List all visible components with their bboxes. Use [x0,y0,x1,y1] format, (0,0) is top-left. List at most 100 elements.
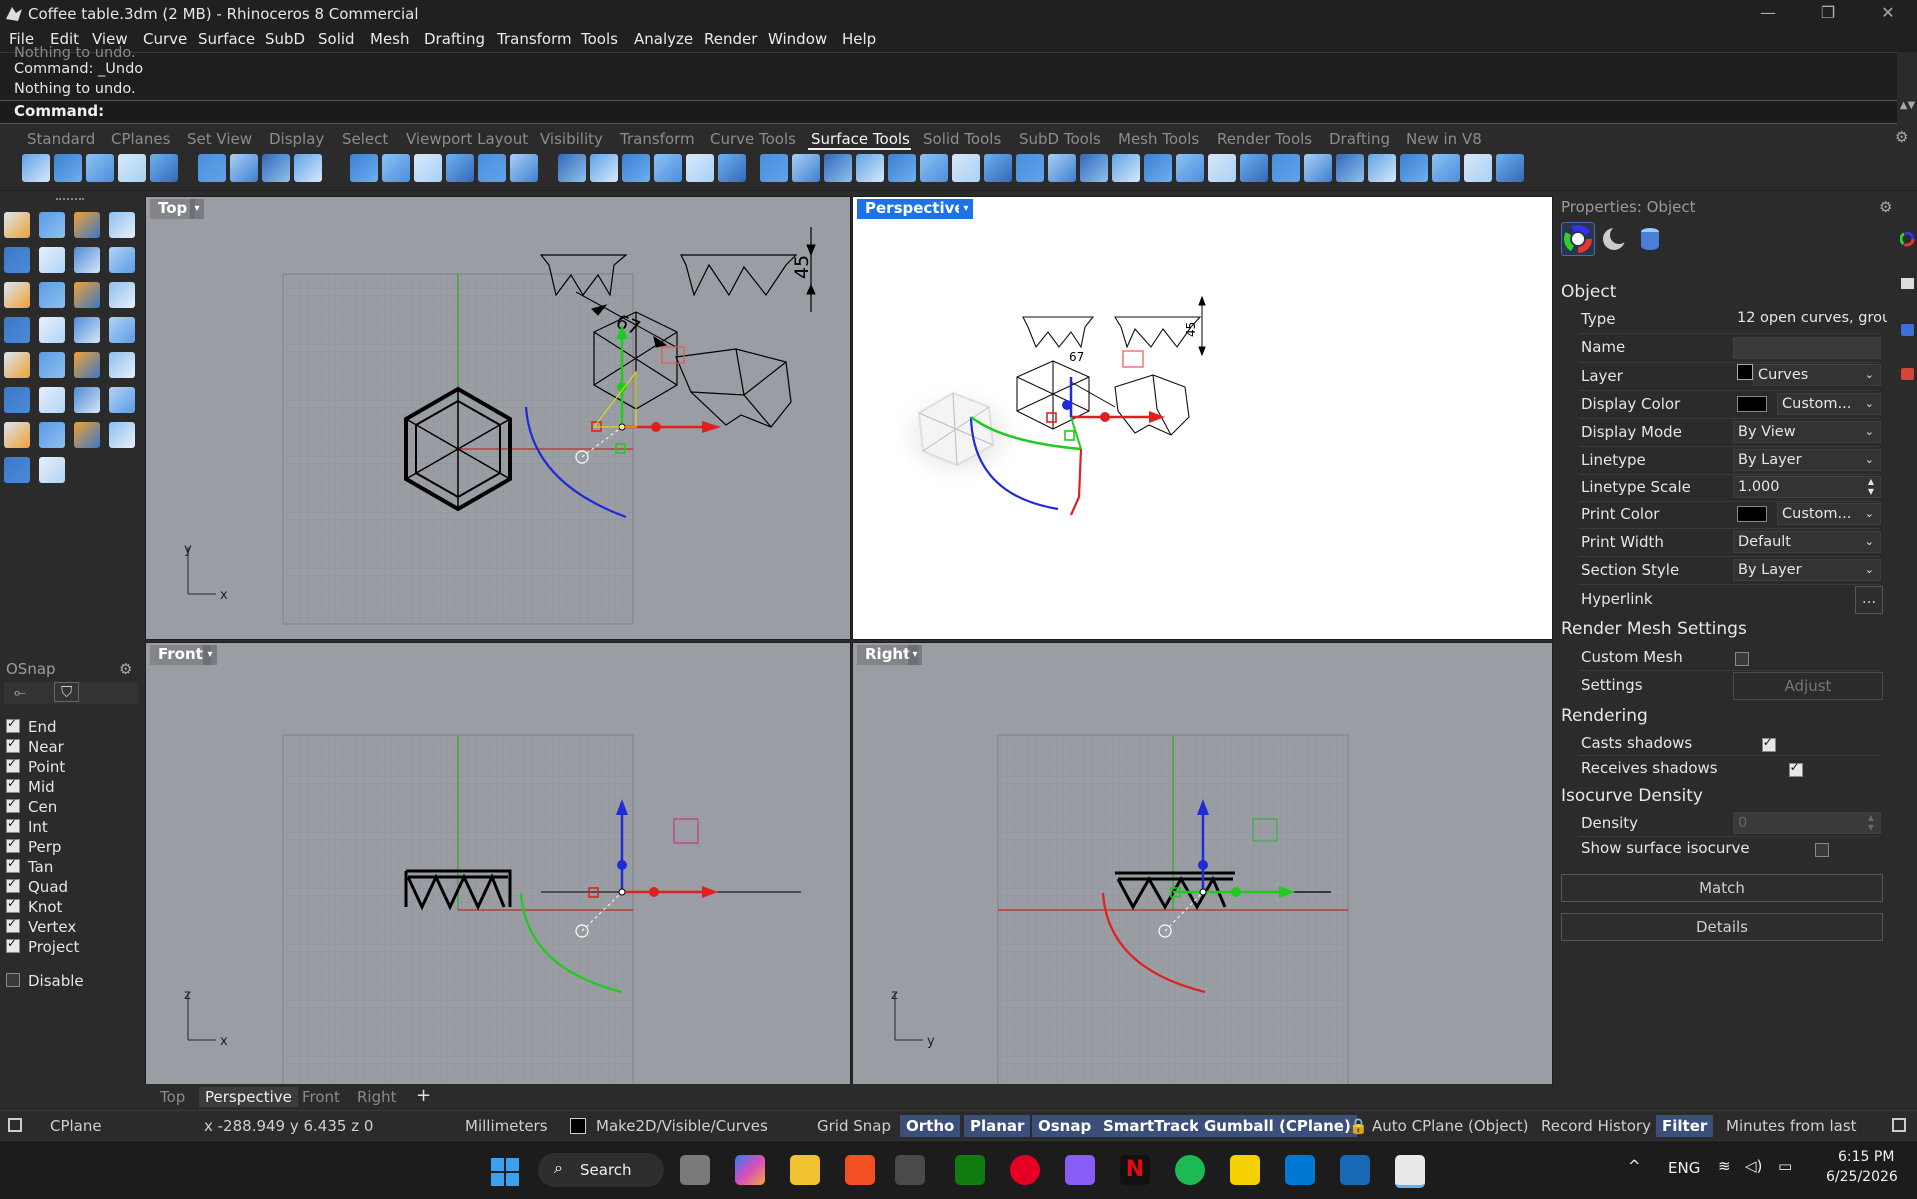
palette-tool-icon[interactable] [74,212,100,238]
palette-tool-icon[interactable] [74,247,100,273]
panel-toggle-icon[interactable] [8,1118,22,1132]
status-osnap[interactable]: Osnap [1032,1115,1098,1137]
osnap-item[interactable]: Near [6,736,64,758]
linetype-scale-input[interactable]: 1.000 ▲ ▼ [1733,476,1881,498]
tray-chevron-up-icon[interactable]: ^ [1628,1157,1641,1175]
osnap-checkbox[interactable] [6,936,20,953]
surface-tool-icon[interactable] [1048,154,1076,182]
surface-tool-icon[interactable] [1080,154,1108,182]
surface-tool-icon[interactable] [1144,154,1172,182]
osnap-item[interactable]: Point [6,756,65,778]
rendering-panel-icon[interactable] [1901,368,1914,380]
sketchup-icon[interactable] [1340,1155,1370,1185]
tab-visibility[interactable]: Visibility [540,130,603,148]
menu-subd[interactable]: SubD [265,30,305,48]
menu-analyze[interactable]: Analyze [634,30,693,48]
display-mode-select[interactable]: By View ⌄ [1733,421,1881,443]
osnap-checkbox[interactable] [6,876,20,893]
palette-tool-icon[interactable] [39,422,65,448]
planar-handle[interactable] [661,346,685,364]
palette-tool-icon[interactable] [39,387,65,413]
viewport-dropdown-front[interactable]: ▾ [203,645,217,665]
spin-arrows-icon[interactable]: ▲ ▼ [1868,477,1874,497]
surface-tool-icon[interactable] [1336,154,1364,182]
palette-tool-icon[interactable] [109,317,135,343]
osnap-item[interactable]: Cen [6,796,57,818]
menu-curve[interactable]: Curve [143,30,187,48]
palette-tool-icon[interactable] [4,317,30,343]
layer-select[interactable]: Curves ⌄ [1753,364,1881,386]
status-record-history[interactable]: Record History [1541,1117,1651,1135]
surface-tool-icon[interactable] [718,154,746,182]
vscode-icon[interactable] [1285,1155,1315,1185]
texture-mapping-tab[interactable] [1637,226,1663,252]
osnap-filter-icon[interactable]: ⛉ [54,682,80,702]
surface-tool-icon[interactable] [446,154,474,182]
tab-new-in-v8[interactable]: New in V8 [1406,130,1482,148]
panel-toggle-right-icon[interactable] [1892,1118,1906,1132]
osnap-item[interactable]: Quad [6,876,68,898]
custom-mesh-checkbox[interactable] [1735,652,1749,666]
surface-tool-icon[interactable] [1464,154,1492,182]
task-view-icon[interactable] [680,1155,710,1185]
status-gumball[interactable]: Gumball (CPlane) [1198,1115,1357,1137]
surface-tool-icon[interactable] [1208,154,1236,182]
surface-tool-icon[interactable] [294,154,322,182]
palette-tool-icon[interactable] [4,387,30,413]
menu-solid[interactable]: Solid [318,30,355,48]
surface-tool-icon[interactable] [1272,154,1300,182]
copilot-icon[interactable] [735,1155,765,1185]
hyperlink-browse-button[interactable]: ... [1855,586,1883,614]
language-indicator[interactable]: ENG [1668,1159,1700,1177]
surface-tool-icon[interactable] [1016,154,1044,182]
palette-tool-icon[interactable] [39,317,65,343]
status-auto-cplane[interactable]: Auto CPlane (Object) [1372,1117,1529,1135]
command-line[interactable]: Command: [0,100,1897,124]
palette-tool-icon[interactable] [39,247,65,273]
surface-tool-icon[interactable] [1112,154,1140,182]
palette-tool-icon[interactable] [109,387,135,413]
surface-tool-icon[interactable] [888,154,916,182]
palette-tool-icon[interactable] [4,352,30,378]
persp-planar-handle[interactable] [1122,350,1144,368]
surface-tool-icon[interactable] [1496,154,1524,182]
surface-tool-icon[interactable] [22,154,50,182]
tab-surface-tools[interactable]: Surface Tools [811,130,910,148]
tab-display[interactable]: Display [269,130,324,148]
palette-tool-icon[interactable] [74,282,100,308]
clock-time[interactable]: 6:15 PM [1838,1149,1894,1165]
menu-window[interactable]: Window [768,30,827,48]
surface-tool-icon[interactable] [1240,154,1268,182]
osnap-checkbox[interactable] [6,756,20,773]
print-color-swatch[interactable] [1737,506,1773,524]
density-input[interactable]: 0 ▲ ▼ [1733,812,1881,834]
receives-shadows-checkbox[interactable] [1788,760,1803,777]
osnap-checkbox[interactable] [6,836,20,853]
menu-mesh[interactable]: Mesh [370,30,410,48]
surface-tool-icon[interactable] [792,154,820,182]
viewport-right[interactable]: z y Right ▾ [852,642,1553,1086]
tab-curve-tools[interactable]: Curve Tools [710,130,796,148]
clock-date[interactable]: 6/25/2026 [1826,1169,1898,1185]
spin-arrows-icon[interactable]: ▲ ▼ [1868,813,1874,833]
details-button[interactable]: Details [1561,913,1883,941]
palette-tool-icon[interactable] [39,282,65,308]
menu-transform[interactable]: Transform [497,30,572,48]
surface-tool-icon[interactable] [622,154,650,182]
palette-tool-icon[interactable] [74,387,100,413]
tab-mesh-tools[interactable]: Mesh Tools [1118,130,1199,148]
help-panel-icon[interactable] [1901,324,1914,336]
surface-tool-icon[interactable] [952,154,980,182]
osnap-item[interactable]: End [6,716,57,738]
surface-tool-icon[interactable] [984,154,1012,182]
osnap-checkbox[interactable] [6,896,20,913]
tab-set-view[interactable]: Set View [187,130,252,148]
surface-tool-icon[interactable] [150,154,178,182]
tab-drafting[interactable]: Drafting [1329,130,1390,148]
status-ortho[interactable]: Ortho [900,1115,961,1137]
menu-render[interactable]: Render [704,30,757,48]
surface-tool-icon[interactable] [54,154,82,182]
app-icon[interactable] [1065,1155,1095,1185]
adjust-button[interactable]: Adjust [1733,672,1883,700]
microsoft-store-icon[interactable] [845,1155,875,1185]
